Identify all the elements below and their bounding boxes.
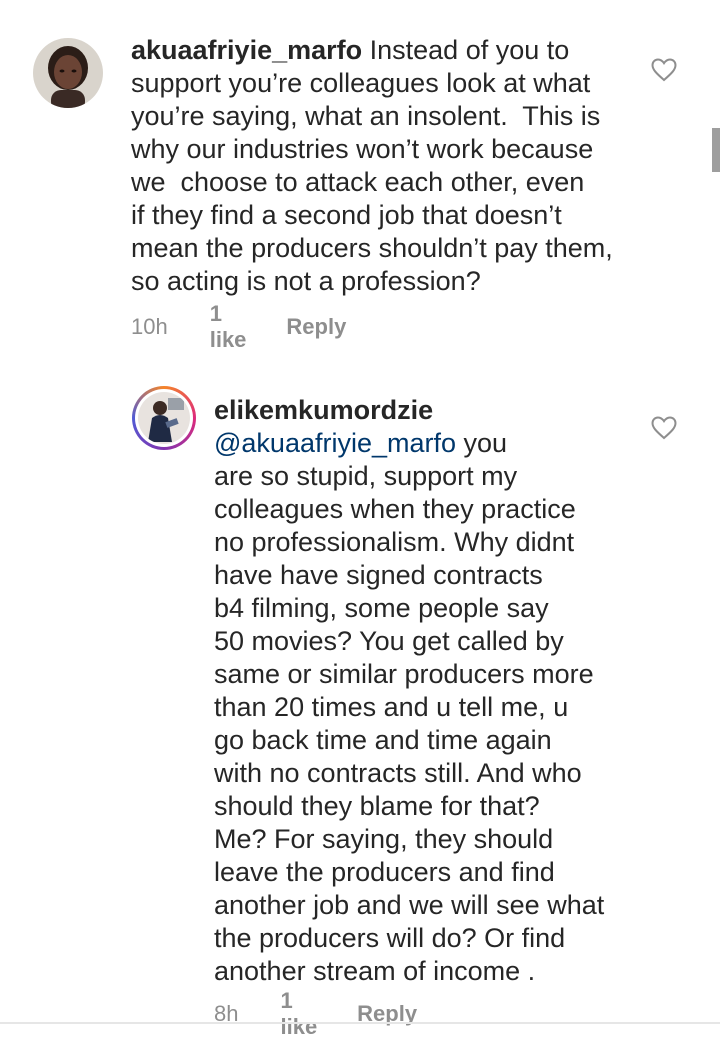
comment-line: are so stupid, support my (214, 461, 518, 491)
comment-text: elikemkumordzie @akuaafriyie_marfo you a… (214, 394, 644, 988)
heart-outline-icon[interactable] (651, 58, 677, 82)
comment-line: you’re saying, what an insolent. This is (131, 101, 601, 131)
comment-line: the producers will do? Or find (214, 923, 566, 953)
avatar-photo-icon (138, 392, 190, 444)
comment-line: colleagues when they practice (214, 494, 576, 524)
comment-likes[interactable]: 1 like (280, 988, 317, 1040)
comment-meta: 10h 1 like Reply (131, 301, 346, 352)
comment-first-line: akuaafriyie_marfo Instead of you to (131, 34, 651, 67)
avatar-akuaafriyie-marfo[interactable] (33, 38, 103, 108)
comment-line: another stream of income . (214, 956, 536, 986)
comment-username[interactable]: elikemkumordzie (214, 394, 644, 427)
comment-line: 50 movies? You get called by (214, 626, 564, 656)
comment-line: with no contracts still. And who (214, 758, 582, 788)
comment-line: if they find a second job that doesn’t (131, 200, 562, 230)
avatar-story-ring[interactable] (132, 386, 196, 450)
comment-line: have have signed contracts (214, 560, 543, 590)
comment-text: akuaafriyie_marfo Instead of you to supp… (131, 34, 651, 298)
divider (0, 1022, 720, 1024)
comment-line: than 20 times and u tell me, u (214, 692, 569, 722)
comment-line: same or similar producers more (214, 659, 594, 689)
comment-line: mean the producers shouldn’t pay them, (131, 233, 613, 263)
comment-likes[interactable]: 1 like (210, 301, 247, 353)
comment-line: go back time and time again (214, 725, 552, 755)
comment-time: 10h (131, 314, 168, 339)
reply-button[interactable]: Reply (286, 314, 346, 340)
mention-link[interactable]: @akuaafriyie_marfo (214, 428, 456, 458)
avatar-elikemkumordzie (138, 392, 190, 444)
comment-line: you (456, 428, 508, 458)
comment-first-line: @akuaafriyie_marfo you (214, 427, 644, 460)
comment-line: should they blame for that? (214, 791, 540, 821)
comment-line: so acting is not a profession? (131, 266, 481, 296)
comment-line: leave the producers and find (214, 857, 555, 887)
comment-line: no professionalism. Why didnt (214, 527, 575, 557)
comment-line: why our industries won’t work because (131, 134, 594, 164)
comment-username[interactable]: akuaafriyie_marfo (131, 35, 362, 65)
comment-line: Me? For saying, they should (214, 824, 554, 854)
avatar-photo-icon (33, 38, 103, 108)
comment-line: support you’re colleagues look at what (131, 68, 591, 98)
scrollbar-thumb[interactable] (712, 128, 720, 172)
comment-line: Instead of you to (362, 35, 570, 65)
comment-line: another job and we will see what (214, 890, 605, 920)
heart-outline-icon[interactable] (651, 416, 677, 440)
comment-line: we choose to attack each other, even (131, 167, 585, 197)
comment-line: b4 filming, some people say (214, 593, 549, 623)
